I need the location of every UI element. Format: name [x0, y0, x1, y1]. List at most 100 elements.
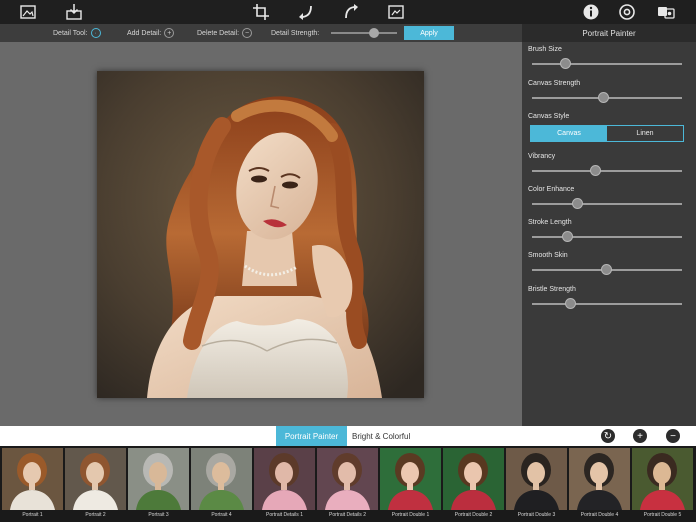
- preset-thumbnail[interactable]: Portrait Double 2: [443, 448, 504, 522]
- preset-thumbnail[interactable]: Portrait Double 3: [506, 448, 567, 522]
- slider-label: Color Enhance: [528, 186, 575, 193]
- remove-icon[interactable]: −: [666, 429, 680, 443]
- slider-label: Canvas Strength: [528, 80, 581, 87]
- slider-label: Smooth Skin: [528, 252, 568, 259]
- detail-tool[interactable]: Detail Tool: ·: [53, 27, 101, 39]
- slider-track: [532, 63, 682, 65]
- slider-track: [532, 236, 682, 238]
- canvas-area[interactable]: [0, 42, 522, 426]
- slider-knob[interactable]: [572, 198, 583, 209]
- preset-thumbnail-label: Portrait Details 2: [329, 512, 366, 518]
- preset-thumbnail[interactable]: Portrait 2: [65, 448, 126, 522]
- preset-thumbnail-image: [128, 448, 189, 510]
- canvas-style-section: Canvas Style: [528, 113, 682, 120]
- preset-thumbnail-image: [254, 448, 315, 510]
- preset-thumbnail-image: [632, 448, 693, 510]
- preset-thumbnail-image: [569, 448, 630, 510]
- redo-icon[interactable]: [341, 2, 361, 22]
- add-icon[interactable]: +: [633, 429, 647, 443]
- preset-thumbnail-label: Portrait Double 1: [391, 512, 430, 518]
- preset-thumbnail-label: Portrait Details 1: [266, 512, 303, 518]
- delete-detail[interactable]: Delete Detail: −: [197, 27, 253, 39]
- slider-label: Stroke Length: [528, 219, 572, 226]
- top-toolbar: [0, 0, 696, 24]
- preset-tab-bar: Portrait Painter Bright & Colorful ↻ + −: [0, 426, 696, 446]
- panel-title: Portrait Painter: [522, 24, 696, 42]
- preset-thumbnail-label: Portrait 2: [85, 512, 106, 518]
- detail-strength-label: Detail Strength:: [271, 29, 320, 37]
- slider-knob[interactable]: [560, 58, 571, 69]
- preset-thumbnail-label: Portrait Double 4: [580, 512, 619, 518]
- share-icon[interactable]: [656, 2, 676, 22]
- slider-knob[interactable]: [600, 264, 612, 275]
- preset-thumbnail[interactable]: Portrait Details 1: [254, 448, 315, 522]
- image-open-icon[interactable]: [18, 2, 38, 22]
- preset-thumbnail-image: [443, 448, 504, 510]
- portrait-painting[interactable]: [97, 71, 424, 398]
- slider-knob[interactable]: [597, 92, 609, 103]
- detail-strength-track: [331, 32, 397, 34]
- detail-tool-icon[interactable]: ·: [90, 28, 101, 38]
- preset-thumbnail-label: Portrait 3: [148, 512, 169, 518]
- slider-canvas-strength[interactable]: Canvas Strength: [528, 80, 682, 103]
- slider-smooth-skin[interactable]: Smooth Skin: [528, 252, 682, 275]
- preset-thumbnail[interactable]: Portrait 1: [2, 448, 63, 522]
- slider-track: [532, 203, 682, 205]
- slider-label: Bristle Strength: [528, 286, 576, 293]
- preset-thumbnail[interactable]: Portrait 3: [128, 448, 189, 522]
- preset-thumbnail-strip[interactable]: Portrait 1 Portrait 2 Portrait 3 Portrait 4…: [0, 446, 696, 522]
- preset-thumbnail[interactable]: Portrait Double 4: [569, 448, 630, 522]
- detail-strength-slider[interactable]: [331, 27, 397, 39]
- canvas-style-canvas[interactable]: Canvas: [531, 126, 607, 141]
- detail-tool-label: Detail Tool:: [53, 29, 88, 37]
- slider-color-enhance[interactable]: Color Enhance: [528, 186, 682, 209]
- preset-thumbnail-label: Portrait Double 2: [454, 512, 493, 518]
- slider-bristle-strength[interactable]: Bristle Strength: [528, 286, 682, 309]
- preset-thumbnail-image: [317, 448, 378, 510]
- reset-icon[interactable]: ↻: [601, 429, 615, 443]
- delete-detail-label: Delete Detail:: [197, 29, 240, 37]
- preset-thumbnail-label: Portrait 4: [211, 512, 232, 518]
- preset-thumbnail-image: [191, 448, 252, 510]
- add-detail-icon[interactable]: +: [164, 28, 175, 38]
- undo-icon[interactable]: [296, 2, 316, 22]
- slider-knob[interactable]: [561, 231, 573, 242]
- preset-thumbnail-image: [380, 448, 441, 510]
- settings-icon[interactable]: [617, 2, 637, 22]
- info-icon[interactable]: [581, 2, 601, 22]
- detail-strength-knob[interactable]: [368, 28, 379, 38]
- crop-icon[interactable]: [251, 2, 271, 22]
- slider-vibrancy[interactable]: Vibrancy: [528, 153, 682, 176]
- slider-label: Vibrancy: [528, 153, 556, 160]
- preset-thumbnail-image: [506, 448, 567, 510]
- canvas-style-toggle[interactable]: Canvas Linen: [530, 125, 684, 142]
- preset-thumbnail-label: Portrait Double 3: [517, 512, 556, 518]
- compare-icon[interactable]: [386, 2, 406, 22]
- canvas-style-linen[interactable]: Linen: [607, 126, 683, 141]
- preset-thumbnail[interactable]: Portrait 4: [191, 448, 252, 522]
- tab-portrait-painter[interactable]: Portrait Painter: [276, 426, 347, 446]
- add-detail[interactable]: Add Detail: +: [127, 27, 175, 39]
- app-window: Detail Tool: · Add Detail: + Delete Deta…: [0, 0, 696, 522]
- add-detail-label: Add Detail:: [127, 29, 162, 37]
- apply-button[interactable]: Apply: [404, 26, 454, 40]
- tab-bright-colorful[interactable]: Bright & Colorful: [347, 426, 423, 446]
- canvas-style-label: Canvas Style: [528, 113, 570, 120]
- preset-thumbnail-image: [65, 448, 126, 510]
- save-export-icon[interactable]: [64, 2, 84, 22]
- preset-thumbnail-label: Portrait 1: [22, 512, 43, 518]
- preset-thumbnail[interactable]: Portrait Double 1: [380, 448, 441, 522]
- preset-thumbnail[interactable]: Portrait Details 2: [317, 448, 378, 522]
- slider-knob[interactable]: [564, 298, 576, 309]
- slider-label: Brush Size: [528, 46, 562, 53]
- delete-detail-icon[interactable]: −: [242, 28, 253, 38]
- slider-stroke-length[interactable]: Stroke Length: [528, 219, 682, 242]
- settings-panel: Portrait Painter Brush Size Canvas Stren…: [522, 24, 696, 426]
- preset-thumbnail[interactable]: Portrait Double 5: [632, 448, 693, 522]
- preset-thumbnail-image: [2, 448, 63, 510]
- detail-strength: Detail Strength:: [271, 27, 319, 39]
- slider-track: [532, 170, 682, 172]
- slider-brush-size[interactable]: Brush Size: [528, 46, 682, 69]
- preset-thumbnail-label: Portrait Double 5: [643, 512, 682, 518]
- slider-knob[interactable]: [590, 165, 601, 176]
